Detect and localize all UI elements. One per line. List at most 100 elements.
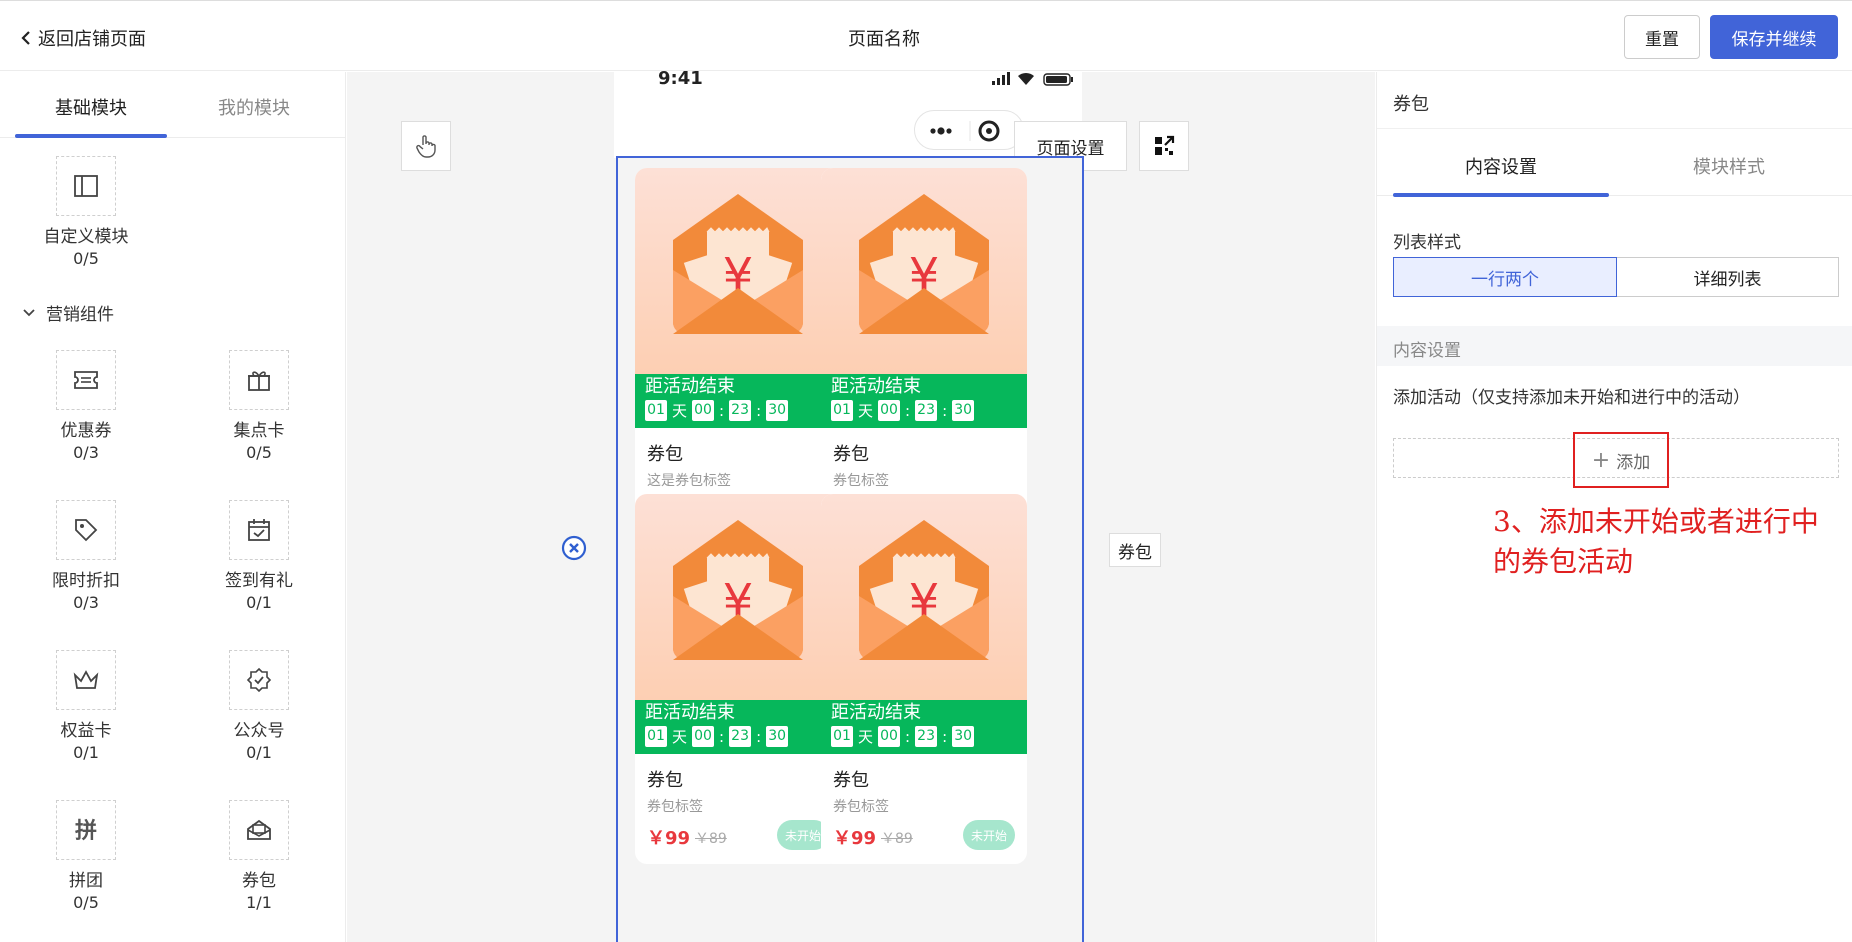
- card-image: ¥: [635, 494, 841, 700]
- countdown-days: 01: [831, 726, 853, 747]
- countdown-label: 距活动结束: [831, 702, 921, 723]
- delete-module-button[interactable]: [561, 535, 587, 565]
- module-official-account[interactable]: 公众号 0/1: [199, 650, 319, 764]
- day-unit: 天: [858, 402, 874, 420]
- countdown-band: 距活动结束 01 天 00:23:30: [821, 374, 1027, 428]
- card-original-price: ￥89: [881, 831, 913, 847]
- card-image: ¥: [635, 168, 841, 374]
- countdown-minutes: 23: [915, 726, 938, 747]
- module-group-buy[interactable]: 拼 拼团 0/5: [26, 800, 146, 914]
- module-membership-card[interactable]: 权益卡 0/1: [26, 650, 146, 764]
- tab-module-style[interactable]: 模块样式: [1621, 153, 1837, 179]
- hand-tool-button[interactable]: [401, 121, 451, 171]
- card-tag: 券包标签: [833, 473, 889, 489]
- list-style-two-per-row[interactable]: 一行两个: [1393, 257, 1617, 297]
- module-coupon[interactable]: 优惠券 0/3: [26, 350, 146, 464]
- time-separator: :: [905, 727, 911, 746]
- module-count: 0/1: [73, 743, 99, 762]
- chevron-down-icon: [23, 308, 35, 316]
- plus-icon: +: [1591, 447, 1611, 473]
- tutorial-annotation: 3、添加未开始或者进行中的券包活动: [1493, 505, 1819, 578]
- countdown-hours: 00: [692, 400, 715, 421]
- save-and-continue-button[interactable]: 保存并继续: [1710, 15, 1838, 59]
- add-activity-button[interactable]: + 添加: [1573, 432, 1669, 488]
- countdown-label: 距活动结束: [645, 702, 735, 723]
- countdown-timer: 01 天 00:23:30: [831, 400, 975, 421]
- module-count: 0/1: [246, 593, 272, 612]
- status-time: 9:41: [658, 68, 703, 89]
- layout-panel-icon: [74, 175, 98, 197]
- card-price: ￥99: [833, 828, 877, 849]
- module-tabs: 基础模块 我的模块: [0, 72, 346, 138]
- module-stamp-card[interactable]: 集点卡 0/5: [199, 350, 319, 464]
- card-tag: 券包标签: [647, 799, 703, 815]
- module-count: 1/1: [246, 893, 272, 912]
- top-header: 返回店铺页面 页面名称 重置 保存并继续: [0, 0, 1852, 71]
- countdown-hours: 00: [692, 726, 715, 747]
- mini-program-nav: [614, 102, 1082, 158]
- close-circle-icon: [561, 535, 587, 561]
- qr-code-button[interactable]: [1139, 121, 1189, 171]
- card-status-badge: 未开始: [963, 820, 1015, 850]
- module-name: 优惠券: [60, 421, 112, 441]
- module-count: 0/1: [246, 743, 272, 762]
- card-title: 券包: [647, 770, 683, 791]
- module-limited-discount[interactable]: 限时折扣 0/3: [26, 500, 146, 614]
- status-icons: [992, 72, 1073, 86]
- countdown-hours: 00: [878, 726, 901, 747]
- content-settings-section: 内容设置: [1377, 326, 1852, 366]
- day-unit: 天: [858, 728, 874, 746]
- settings-panel: 券包 内容设置 模块样式 列表样式 一行两个 详细列表 内容设置 添加活动（仅支…: [1376, 72, 1852, 942]
- countdown-days: 01: [645, 726, 667, 747]
- module-coupon-pack[interactable]: 券包 1/1: [199, 800, 319, 914]
- tab-my-modules[interactable]: 我的模块: [178, 94, 330, 120]
- countdown-label: 距活动结束: [831, 376, 921, 397]
- coupon-pack-card[interactable]: ¥距活动结束01天00:23:30券包这是券包标签￥99￥89未开始: [635, 168, 841, 538]
- countdown-timer: 01 天 00:23:30: [645, 400, 789, 421]
- countdown-days: 01: [645, 400, 667, 421]
- module-check-in-gift[interactable]: 签到有礼 0/1: [199, 500, 319, 614]
- editor-canvas: 9:41 页面设置 券包 ¥距活动结束01天00:23:30券包这是券包标签￥9…: [347, 68, 1375, 942]
- coupon-pack-card[interactable]: ¥距活动结束01天00:23:30券包券包标签￥99￥89未开始: [635, 494, 841, 864]
- gift-icon: [248, 371, 270, 391]
- red-envelope-icon: ¥: [859, 520, 989, 660]
- module-name: 券包: [242, 871, 276, 891]
- tab-content-settings[interactable]: 内容设置: [1393, 153, 1609, 179]
- card-image: ¥: [821, 168, 1027, 374]
- selected-module-label: 券包: [1109, 533, 1161, 567]
- reset-button[interactable]: 重置: [1624, 15, 1700, 59]
- active-tab-indicator: [1393, 193, 1609, 197]
- list-style-detail-list[interactable]: 详细列表: [1617, 257, 1839, 297]
- countdown-days: 01: [831, 400, 853, 421]
- qr-code-icon: [1155, 135, 1175, 155]
- module-name: 自定义模块: [43, 227, 129, 247]
- red-envelope-icon: ¥: [859, 194, 989, 334]
- countdown-seconds: 30: [952, 400, 975, 421]
- tag-icon: [75, 519, 98, 542]
- module-library-panel: 基础模块 我的模块 自定义模块 0/5 营销组件 优惠券 0/3 集点卡 0/5…: [0, 72, 346, 942]
- countdown-timer: 01 天 00:23:30: [645, 726, 789, 747]
- svg-text:拼: 拼: [75, 818, 97, 843]
- coupon-pack-card[interactable]: ¥距活动结束01天00:23:30券包券包标签￥99￥89未开始: [821, 494, 1027, 864]
- ticket-icon: [74, 371, 98, 389]
- time-separator: :: [719, 727, 725, 746]
- crown-icon: [73, 670, 99, 689]
- module-count: 0/3: [73, 443, 99, 462]
- coupon-pack-icon: [247, 819, 271, 840]
- countdown-timer: 01 天 00:23:30: [831, 726, 975, 747]
- countdown-minutes: 23: [729, 400, 752, 421]
- coupon-pack-card[interactable]: ¥距活动结束01天00:23:30券包券包标签￥99￥89未开始: [821, 168, 1027, 538]
- module-count: 0/5: [246, 443, 272, 462]
- module-custom[interactable]: 自定义模块 0/5: [26, 156, 146, 270]
- active-tab-indicator: [15, 134, 167, 138]
- section-marketing-toggle[interactable]: 营销组件: [22, 300, 114, 325]
- countdown-band: 距活动结束 01 天 00:23:30: [635, 374, 841, 428]
- coupon-pack-module[interactable]: ¥距活动结束01天00:23:30券包这是券包标签￥99￥89未开始¥距活动结束…: [616, 156, 1084, 942]
- mini-program-capsule[interactable]: [914, 110, 1024, 150]
- tab-basic-modules[interactable]: 基础模块: [15, 94, 167, 120]
- card-tag: 这是券包标签: [647, 473, 731, 489]
- countdown-band: 距活动结束 01 天 00:23:30: [635, 700, 841, 754]
- red-envelope-icon: ¥: [673, 194, 803, 334]
- module-name: 拼团: [69, 871, 103, 891]
- time-separator: :: [719, 401, 725, 420]
